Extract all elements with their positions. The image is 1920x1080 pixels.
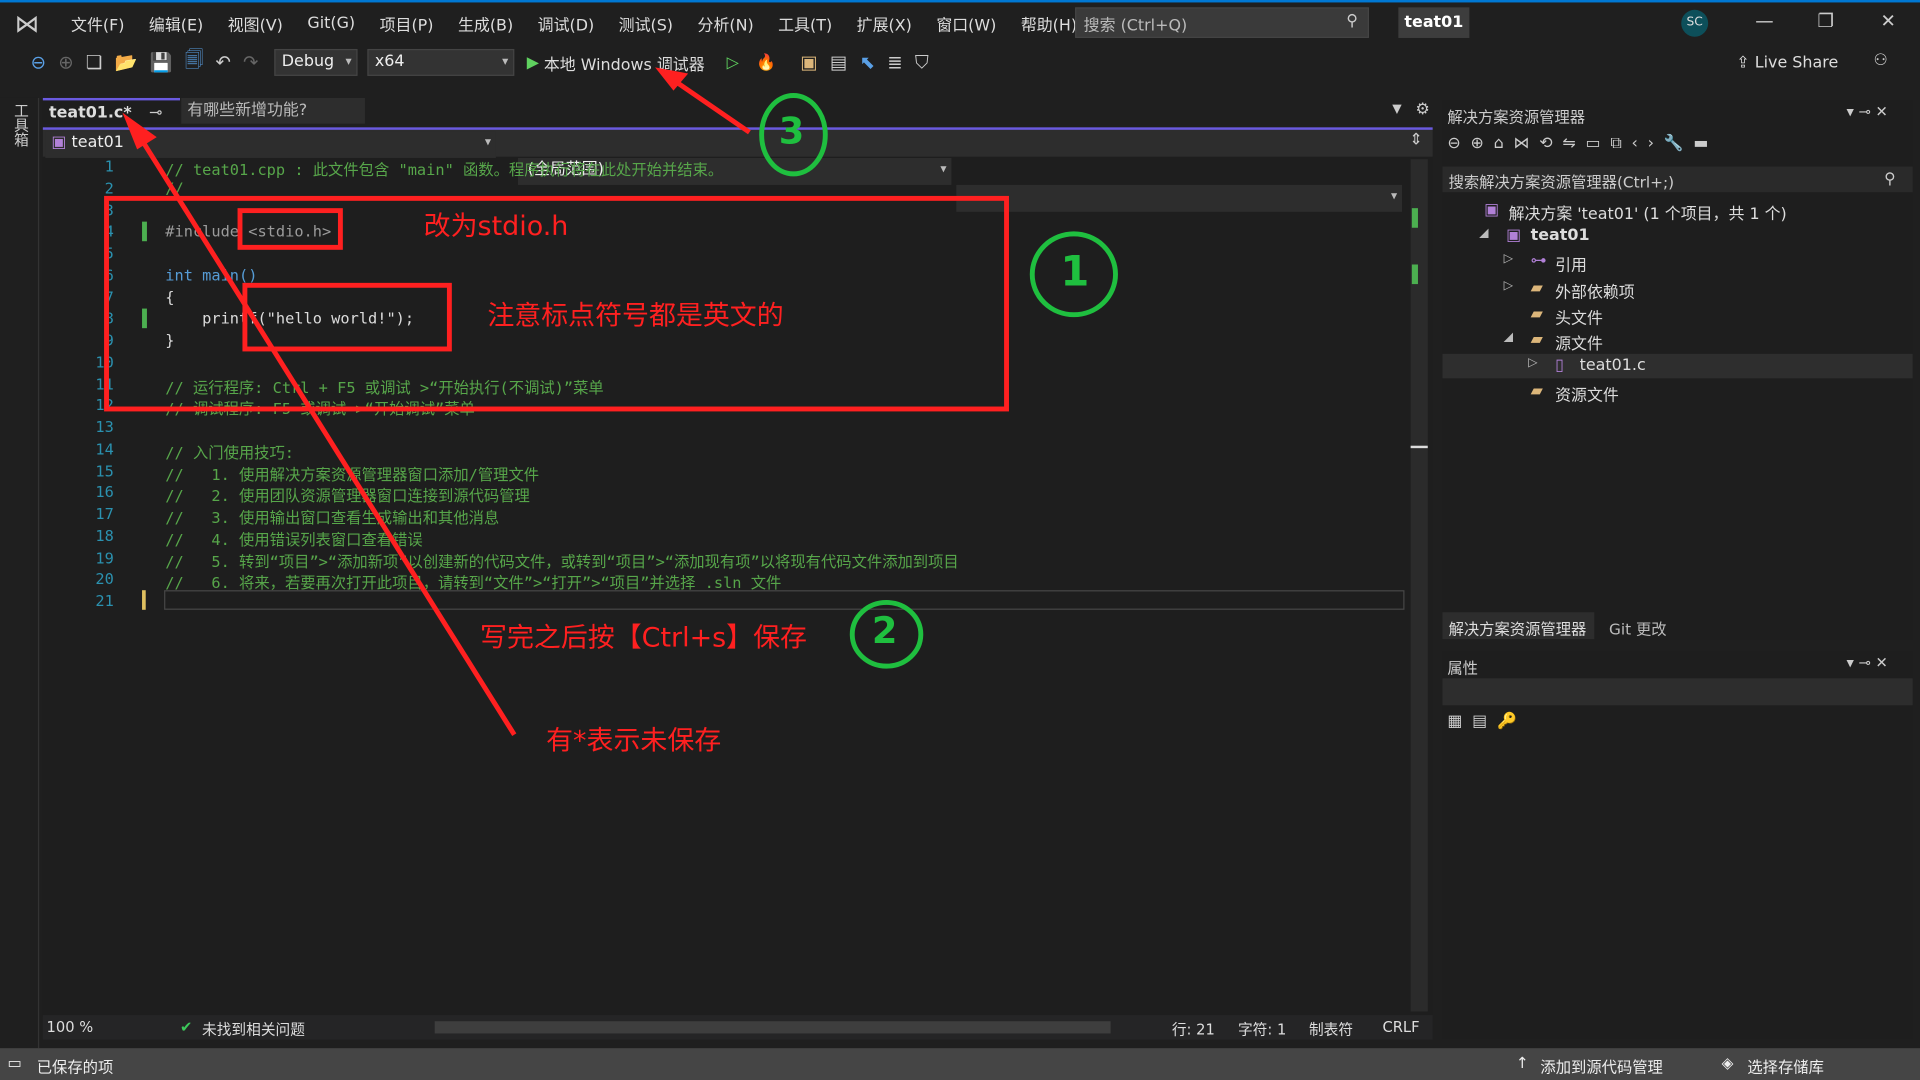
- vs-window: ⋈ 文件(F) 编辑(E) 视图(V) Git(G) 项目(P) 生成(B) 调试(D) 测试…: [0, 0, 1920, 1080]
- annotation-arrow-run: [665, 73, 751, 135]
- arrowhead-tab: [122, 112, 157, 150]
- annotation-number-1: 1: [1060, 247, 1090, 297]
- annotation-punctuation: 注意标点符号都是英文的: [487, 301, 784, 332]
- annotation-number-3: 3: [778, 110, 805, 154]
- annotation-stdio: 改为stdio.h: [423, 211, 569, 243]
- annotation-unsaved: 有*表示未保存: [546, 726, 722, 757]
- annotation-save: 写完之后按【Ctrl+s】保存: [480, 623, 807, 654]
- annotation-number-2: 2: [871, 609, 898, 653]
- annotation-box-printf: [242, 282, 452, 352]
- annotation-box-stdio: [237, 208, 343, 250]
- annotation-layer: [104, 67, 1118, 736]
